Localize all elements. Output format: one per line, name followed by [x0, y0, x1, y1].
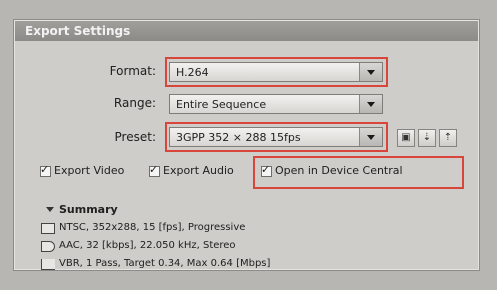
export-audio-checkbox[interactable] [149, 163, 160, 177]
summary-bitrate-text: VBR, 1 Pass, Target 0.34, Max 0.64 [Mbps… [59, 258, 271, 269]
save-preset-button[interactable]: ▣ [397, 129, 415, 147]
summary-title: Summary [59, 203, 118, 216]
screenshot-frame: Export Settings Format: H.264 Range: Ent… [0, 0, 497, 290]
format-label: Format: [109, 64, 156, 78]
export-video-checkbox[interactable] [40, 163, 51, 177]
range-value: Entire Sequence [176, 98, 267, 111]
preset-highlight [165, 122, 388, 152]
disclosure-triangle-icon[interactable] [46, 207, 54, 212]
panel-title: Export Settings [25, 24, 131, 38]
import-preset-button[interactable]: ⇣ [418, 129, 436, 147]
speaker-icon [41, 241, 55, 252]
chevron-down-icon [359, 95, 382, 113]
preset-label: Preset: [114, 130, 156, 144]
format-highlight [165, 57, 388, 87]
device-central-highlight [253, 156, 464, 189]
film-icon [41, 223, 55, 234]
summary-video-text: NTSC, 352x288, 15 [fps], Progressive [59, 222, 246, 233]
range-dropdown[interactable]: Entire Sequence [169, 94, 383, 114]
bitrate-icon [41, 259, 55, 270]
range-label: Range: [113, 96, 156, 110]
summary-audio-text: AAC, 32 [kbps], 22.050 kHz, Stereo [59, 240, 236, 251]
export-settings-panel: Export Settings Format: H.264 Range: Ent… [13, 19, 480, 271]
export-video-label: Export Video [54, 164, 125, 177]
delete-preset-button[interactable]: ⇡ [439, 129, 457, 147]
export-audio-label: Export Audio [163, 164, 234, 177]
panel-header: Export Settings [15, 21, 478, 41]
